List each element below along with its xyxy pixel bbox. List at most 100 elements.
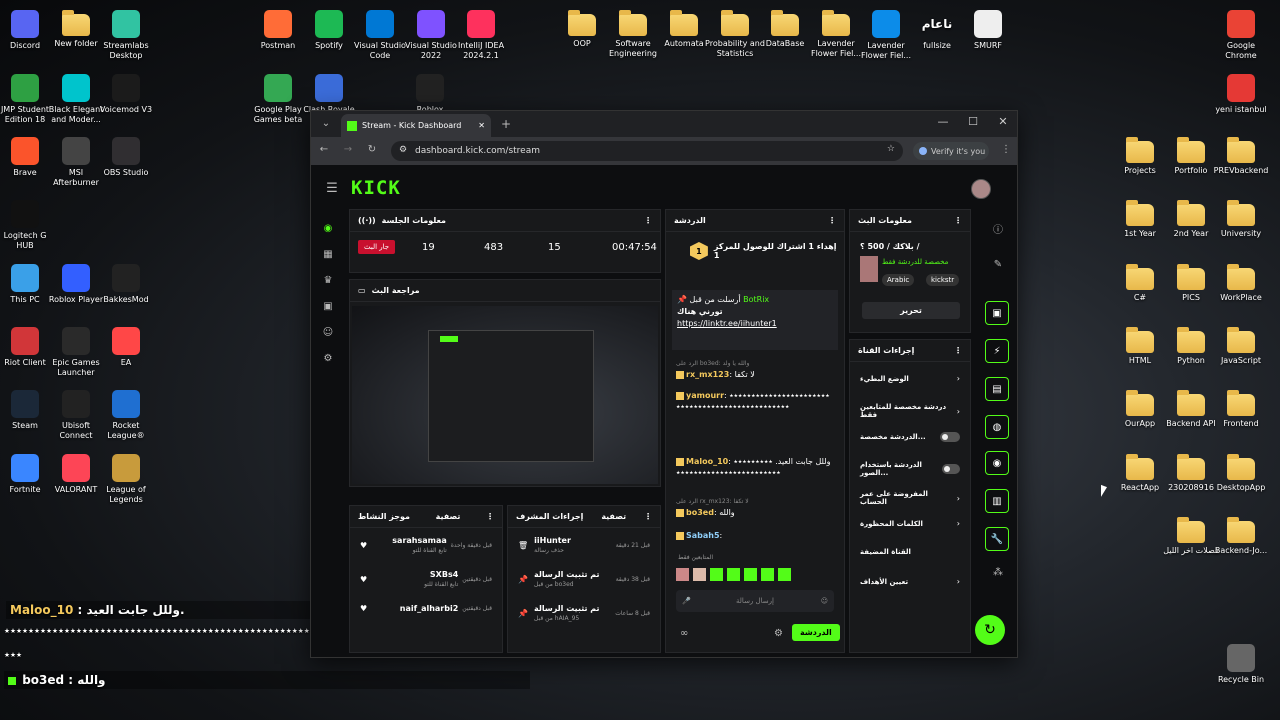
chat-user[interactable]: bo3ed [686, 508, 714, 517]
stream-preview-video[interactable] [352, 306, 658, 484]
session-menu-icon[interactable]: ⋮ [644, 216, 652, 225]
emote-icon[interactable] [727, 568, 740, 581]
stream-info-menu-icon[interactable]: ⋮ [954, 216, 962, 225]
desktop-icon[interactable]: Rocket League® [95, 390, 157, 441]
mod-action-item[interactable]: 📌 تم تثبيت الرسالة من قبل bo3ed قبل 38 دقيق… [518, 570, 650, 588]
chat-message[interactable]: yamourr: ٭٭٭٭٭٭٭٭٭٭٭٭٭٭٭٭٭٭٭٭٭٭٭٭٭٭٭٭٭٭٭… [676, 390, 832, 412]
nav-widgets-icon[interactable]: ▣ [321, 301, 335, 312]
chat-message[interactable]: Maloo_10: وللل جابت العيد. ٭٭٭٭٭٭٭٭٭٭٭٭٭… [676, 456, 832, 478]
desktop-icon[interactable]: Streamlabs Desktop [95, 10, 157, 61]
quick-action-chat-icon[interactable]: ◍ [985, 415, 1009, 439]
url-field[interactable]: ⚙ dashboard.kick.com/stream ☆ [391, 141, 903, 161]
desktop-icon[interactable]: Logitech G HUB [0, 200, 56, 251]
tab-kick-dashboard[interactable]: Stream - Kick Dashboard ✕ [341, 114, 491, 137]
quick-action-broadcast-icon[interactable]: ◉ [985, 451, 1009, 475]
quick-action-lightning-icon[interactable]: ⚡ [985, 339, 1009, 363]
activity-item[interactable]: ♥ naif_alharbi2 قبل دقيقتين [360, 604, 492, 613]
emote-icon[interactable] [778, 568, 791, 581]
hamburger-menu-icon[interactable]: ☰ [325, 181, 339, 196]
nav-trophy-icon[interactable]: ♛ [321, 275, 335, 286]
chat-mode-icon[interactable]: ∞ [680, 628, 688, 639]
channel-action-item[interactable]: المفروضة على عمر الحساب › [860, 490, 960, 506]
chat-user[interactable]: Sabah5 [686, 531, 720, 540]
desktop-icon[interactable]: BakkesMod [95, 264, 157, 305]
channel-action-item[interactable]: دردشة مخصصة للمتابعين فقط › [860, 403, 960, 419]
tab-close-icon[interactable]: ✕ [478, 121, 485, 130]
tab-list-icon[interactable]: ⌄ [319, 118, 333, 129]
maximize-button[interactable]: ☐ [959, 115, 987, 128]
sub-goal[interactable]: 1 إهداء 1 اشتراك للوصول للمركز 1 [690, 242, 844, 260]
mod-action-item[interactable]: 🗑 iiHunter حذف رسالة قبل 21 دقيقة [518, 536, 650, 554]
toggle-switch[interactable] [942, 464, 960, 474]
desktop-icon[interactable]: WorkPlace [1210, 264, 1272, 303]
emote-icon[interactable] [761, 568, 774, 581]
back-icon[interactable]: ← [317, 144, 331, 155]
desktop-icon[interactable]: Clash Royale [298, 74, 360, 115]
more-actions-icon[interactable]: ⁂ [991, 567, 1005, 578]
desktop-icon[interactable]: PREVbackend [1210, 137, 1272, 176]
chat-message[interactable]: الرد على bo3ed: والله يا ولد rx_mx123: لا… [676, 358, 832, 380]
channel-action-item[interactable]: القناة المضيفة [860, 548, 960, 556]
close-window-button[interactable]: ✕ [989, 115, 1017, 128]
send-chat-button[interactable]: الدردشة [792, 624, 840, 641]
desktop-icon[interactable]: IntelliJ IDEA 2024.2.1 [450, 10, 512, 61]
chat-message[interactable]: Sabah5: [676, 530, 832, 541]
desktop-icon[interactable]: Recycle Bin [1210, 644, 1272, 685]
nav-settings-icon[interactable]: ⚙ [321, 353, 335, 364]
desktop-icon[interactable]: EA [95, 327, 157, 368]
desktop-icon[interactable]: yeni istanbul [1210, 74, 1272, 115]
toggle-switch[interactable] [940, 432, 960, 442]
desktop-icon[interactable]: Backend-Jo... [1210, 517, 1272, 556]
channel-action-item[interactable]: الدردشة باستخدام الصور... [860, 461, 960, 477]
tag-arabic[interactable]: Arabic [882, 274, 915, 286]
bookmark-star-icon[interactable]: ☆ [887, 144, 895, 154]
desktop-icon[interactable]: SMURF [957, 10, 1019, 51]
emoji-icon[interactable]: ☺ [821, 597, 828, 605]
desktop-icon[interactable]: University [1210, 200, 1272, 239]
nav-analytics-icon[interactable]: ▦ [321, 249, 335, 260]
desktop-icon[interactable]: OBS Studio [95, 137, 157, 178]
nav-stream-icon[interactable]: ◉ [321, 223, 335, 234]
verify-button[interactable]: Verify it's you [913, 142, 989, 160]
quick-action-widgets-icon[interactable]: ▣ [985, 301, 1009, 325]
desktop-icon[interactable]: Google Chrome [1210, 10, 1272, 61]
avatar[interactable] [971, 179, 991, 199]
mic-icon[interactable]: 🎤 [682, 597, 691, 605]
chat-message[interactable]: الرد على rx_mx123: لا تكفا bo3ed: والله [676, 496, 832, 518]
mod-filter-button[interactable]: تصفية [601, 512, 626, 521]
pinned-message[interactable]: 📌 أرسلت من قبل BotRix تورني هناك https:/… [672, 290, 838, 350]
emote-icon[interactable] [744, 568, 757, 581]
chat-user[interactable]: Maloo_10 [686, 457, 728, 466]
desktop-icon[interactable]: JavaScript [1210, 327, 1272, 366]
new-tab-icon[interactable]: + [499, 117, 513, 131]
minimize-button[interactable]: — [929, 115, 957, 128]
activity-filter-button[interactable]: تصفية [436, 512, 461, 521]
chat-user[interactable]: yamourr [686, 391, 724, 400]
reload-icon[interactable]: ↻ [365, 144, 379, 155]
emote-icon[interactable] [710, 568, 723, 581]
quick-action-notes-icon[interactable]: ▤ [985, 377, 1009, 401]
activity-menu-icon[interactable]: ⋮ [486, 512, 494, 521]
chat-input[interactable]: 🎤 إرسال رسالة ☺ [676, 590, 834, 612]
channel-actions-menu-icon[interactable]: ⋮ [954, 346, 962, 355]
activity-item[interactable]: ♥ sarahsamaa تابع القناة للتو قبل دقيقة واح… [360, 536, 492, 554]
edit-stream-button[interactable]: تحرير [862, 302, 960, 319]
desktop-icon[interactable]: League of Legends [95, 454, 157, 505]
mod-menu-icon[interactable]: ⋮ [644, 512, 652, 521]
desktop-icon[interactable]: Voicemod V3 [95, 74, 157, 115]
chat-menu-icon[interactable]: ⋮ [828, 216, 836, 225]
chat-settings-icon[interactable]: ⚙ [774, 628, 783, 639]
live-button[interactable]: جار البث [358, 240, 396, 254]
activity-item[interactable]: ♥ SXBs4 تابع القناة للتو قبل دقيقتين [360, 570, 492, 588]
emote-icon[interactable] [693, 568, 706, 581]
info-icon[interactable]: ⓘ [991, 221, 1005, 236]
desktop-icon[interactable]: Roblox [399, 74, 461, 115]
forward-icon[interactable]: → [341, 144, 355, 155]
mod-action-item[interactable]: 📌 تم تثبيت الرسالة من قبل hAIA_95 قبل 8 ساع… [518, 604, 650, 622]
desktop-icon[interactable]: Frontend [1210, 390, 1272, 429]
emote-icon[interactable] [676, 568, 689, 581]
quick-action-layout-icon[interactable]: ▥ [985, 489, 1009, 513]
channel-action-item[interactable]: الدردشة مخصصة... [860, 432, 960, 442]
quick-action-wrench-icon[interactable]: 🔧 [985, 527, 1009, 551]
kick-logo[interactable]: KICK [351, 177, 401, 199]
